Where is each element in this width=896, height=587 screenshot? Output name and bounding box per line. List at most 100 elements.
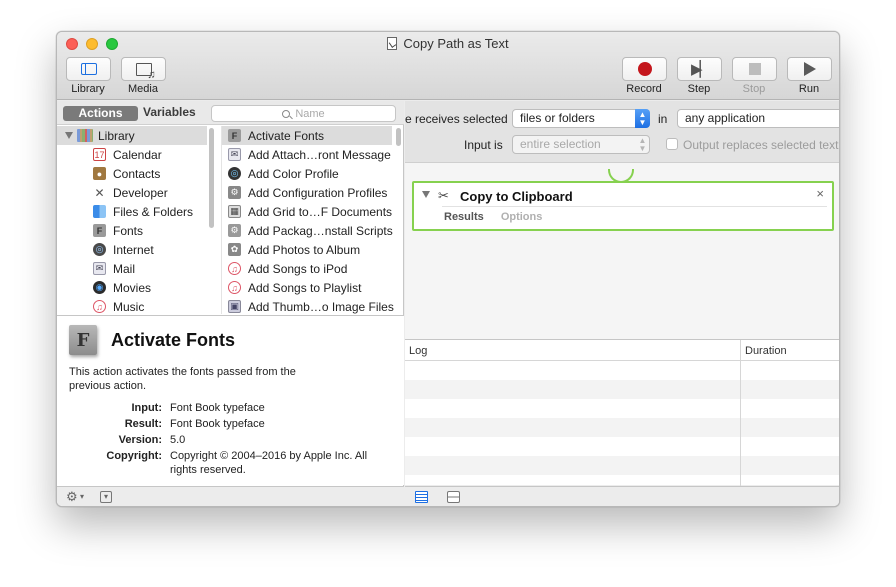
movies-icon: ◉ — [93, 281, 106, 294]
category-item-mail[interactable]: ✉ Mail — [93, 259, 220, 278]
run-icon — [803, 62, 816, 76]
record-toolbar-label: Record — [626, 83, 662, 95]
category-label: Files & Folders — [113, 204, 194, 219]
action-item-add-grid-pdf[interactable]: ▦ Add Grid to…F Documents — [222, 202, 392, 221]
tab-actions[interactable]: Actions — [63, 106, 138, 121]
category-label: Movies — [113, 280, 152, 295]
library-toggle-button[interactable] — [66, 57, 111, 81]
record-button[interactable] — [622, 57, 667, 81]
action-label: Add Thumb…o Image Files — [248, 299, 394, 314]
input-is-value: entire selection — [520, 137, 601, 151]
action-copy-to-clipboard[interactable]: ✂ Copy to Clipboard × Results Options — [412, 181, 834, 231]
action-item-add-photos-to-album[interactable]: ✿ Add Photos to Album — [222, 240, 392, 259]
description-value: Font Book typeface — [170, 402, 265, 414]
library-pane: Actions Variables Name Library 17 Calend… — [57, 101, 404, 506]
chevron-updown-icon: ▲ ▼ — [638, 136, 647, 153]
step-button[interactable]: ▶▏ — [677, 57, 722, 81]
tab-results[interactable]: Results — [444, 211, 484, 223]
action-item-add-thumbnail-icon[interactable]: ▣ Add Thumb…o Image Files — [222, 297, 394, 314]
log-column-divider — [740, 340, 741, 486]
category-list: Library 17 Calendar ● Contacts ✕ Develop… — [57, 126, 220, 314]
search-placeholder: Name — [295, 107, 325, 120]
receives-type-popup[interactable]: files or folders ▲ ▼ — [512, 109, 650, 128]
log-row — [405, 456, 839, 475]
duration-column-header[interactable]: Duration — [745, 345, 787, 357]
action-item-add-color-profile[interactable]: ◎ Add Color Profile — [222, 164, 392, 183]
color-profile-icon: ◎ — [228, 167, 241, 180]
receives-type-value: files or folders — [520, 111, 595, 125]
close-icon[interactable]: × — [816, 186, 824, 201]
library-icon — [77, 129, 93, 142]
log-row — [405, 380, 839, 399]
action-tabs: Results Options — [444, 211, 556, 223]
action-label: Add Color Profile — [248, 166, 339, 181]
description-key: Version: — [118, 434, 162, 446]
category-item-internet[interactable]: ◎ Internet — [93, 240, 220, 259]
step-toolbar-label: Step — [687, 83, 711, 95]
log-panel: Log Duration — [405, 339, 839, 486]
description-text: This action activates the fonts passed f… — [69, 366, 296, 392]
workflow-input-bar: e receives selected files or folders ▲ ▼ … — [405, 101, 839, 163]
log-header: Log Duration — [405, 340, 839, 361]
show-variables-icon[interactable] — [447, 491, 460, 503]
action-label: Add Grid to…F Documents — [248, 204, 393, 219]
category-item-contacts[interactable]: ● Contacts — [93, 164, 220, 183]
action-label: Add Songs to Playlist — [248, 280, 362, 295]
category-item-movies[interactable]: ◉ Movies — [93, 278, 220, 297]
output-replaces-label: Output replaces selected text — [683, 138, 839, 152]
tab-options[interactable]: Options — [501, 211, 543, 223]
category-item-library[interactable]: Library — [57, 126, 207, 145]
action-label: Add Songs to iPod — [248, 261, 348, 276]
category-item-music[interactable]: ♫ Music — [93, 297, 220, 314]
category-scrollbar[interactable] — [209, 128, 214, 228]
window-title: Copy Path as Text — [57, 36, 839, 51]
output-replaces-checkbox[interactable] — [666, 138, 678, 150]
action-list-scrollbar[interactable] — [396, 128, 401, 146]
chevron-updown-icon: ▲ ▼ — [635, 109, 650, 128]
category-item-developer[interactable]: ✕ Developer — [93, 183, 220, 202]
action-item-add-songs-to-playlist[interactable]: ♫ Add Songs to Playlist — [222, 278, 392, 297]
pdf-grid-icon: ▦ — [228, 205, 241, 218]
action-item-add-configuration-profiles[interactable]: ⚙ Add Configuration Profiles — [222, 183, 392, 202]
workflow-pane: e receives selected files or folders ▲ ▼ … — [405, 101, 839, 506]
description-key: Input: — [131, 402, 162, 414]
toggle-description-icon[interactable]: ▾ — [100, 491, 112, 503]
receives-label: e receives selected — [405, 112, 508, 126]
action-item-add-package-install-scripts[interactable]: ⚙ Add Packag…nstall Scripts — [222, 221, 393, 240]
action-list: F Activate Fonts ✉ Add Attach…ront Messa… — [221, 126, 404, 314]
collapse-triangle-icon[interactable] — [422, 191, 430, 198]
action-item-add-songs-to-ipod[interactable]: ♫ Add Songs to iPod — [222, 259, 392, 278]
media-button[interactable] — [121, 57, 166, 81]
search-input[interactable]: Name — [211, 105, 396, 122]
category-item-fonts[interactable]: F Fonts — [93, 221, 220, 240]
run-toolbar-label: Run — [798, 83, 820, 95]
log-row — [405, 418, 839, 437]
library-toolbar-label: Library — [71, 83, 105, 95]
chevron-down-icon[interactable]: ▾ — [80, 492, 84, 501]
workflow-canvas[interactable]: ✂ Copy to Clipboard × Results Options — [405, 163, 839, 339]
disclosure-triangle-icon[interactable] — [65, 132, 73, 139]
log-column-header[interactable]: Log — [409, 345, 427, 357]
fonts-icon: F — [93, 224, 106, 237]
mail-icon: ✉ — [93, 262, 106, 275]
in-label: in — [658, 112, 668, 126]
library-footer: ⚙ ▾ ▾ — [57, 486, 404, 506]
category-item-files-folders[interactable]: Files & Folders — [93, 202, 220, 221]
contacts-icon: ● — [93, 167, 106, 180]
category-item-calendar[interactable]: 17 Calendar — [93, 145, 220, 164]
description-key: Copyright: — [106, 450, 162, 462]
category-label: Developer — [113, 185, 168, 200]
action-item-add-attachments[interactable]: ✉ Add Attach…ront Message — [222, 145, 392, 164]
input-is-label: Input is — [464, 138, 503, 152]
tab-variables[interactable]: Variables — [143, 105, 196, 119]
run-button[interactable] — [787, 57, 832, 81]
input-is-popup[interactable]: entire selection ▲ ▼ — [512, 135, 650, 154]
stop-button[interactable] — [732, 57, 777, 81]
window-title-text: Copy Path as Text — [403, 36, 509, 51]
application-popup[interactable]: any application — [677, 109, 839, 128]
gear-icon[interactable]: ⚙ — [66, 489, 78, 505]
action-item-activate-fonts[interactable]: F Activate Fonts — [222, 126, 392, 145]
search-icon — [282, 109, 291, 118]
show-log-icon[interactable] — [415, 491, 428, 503]
action-label: Add Packag…nstall Scripts — [248, 223, 393, 238]
